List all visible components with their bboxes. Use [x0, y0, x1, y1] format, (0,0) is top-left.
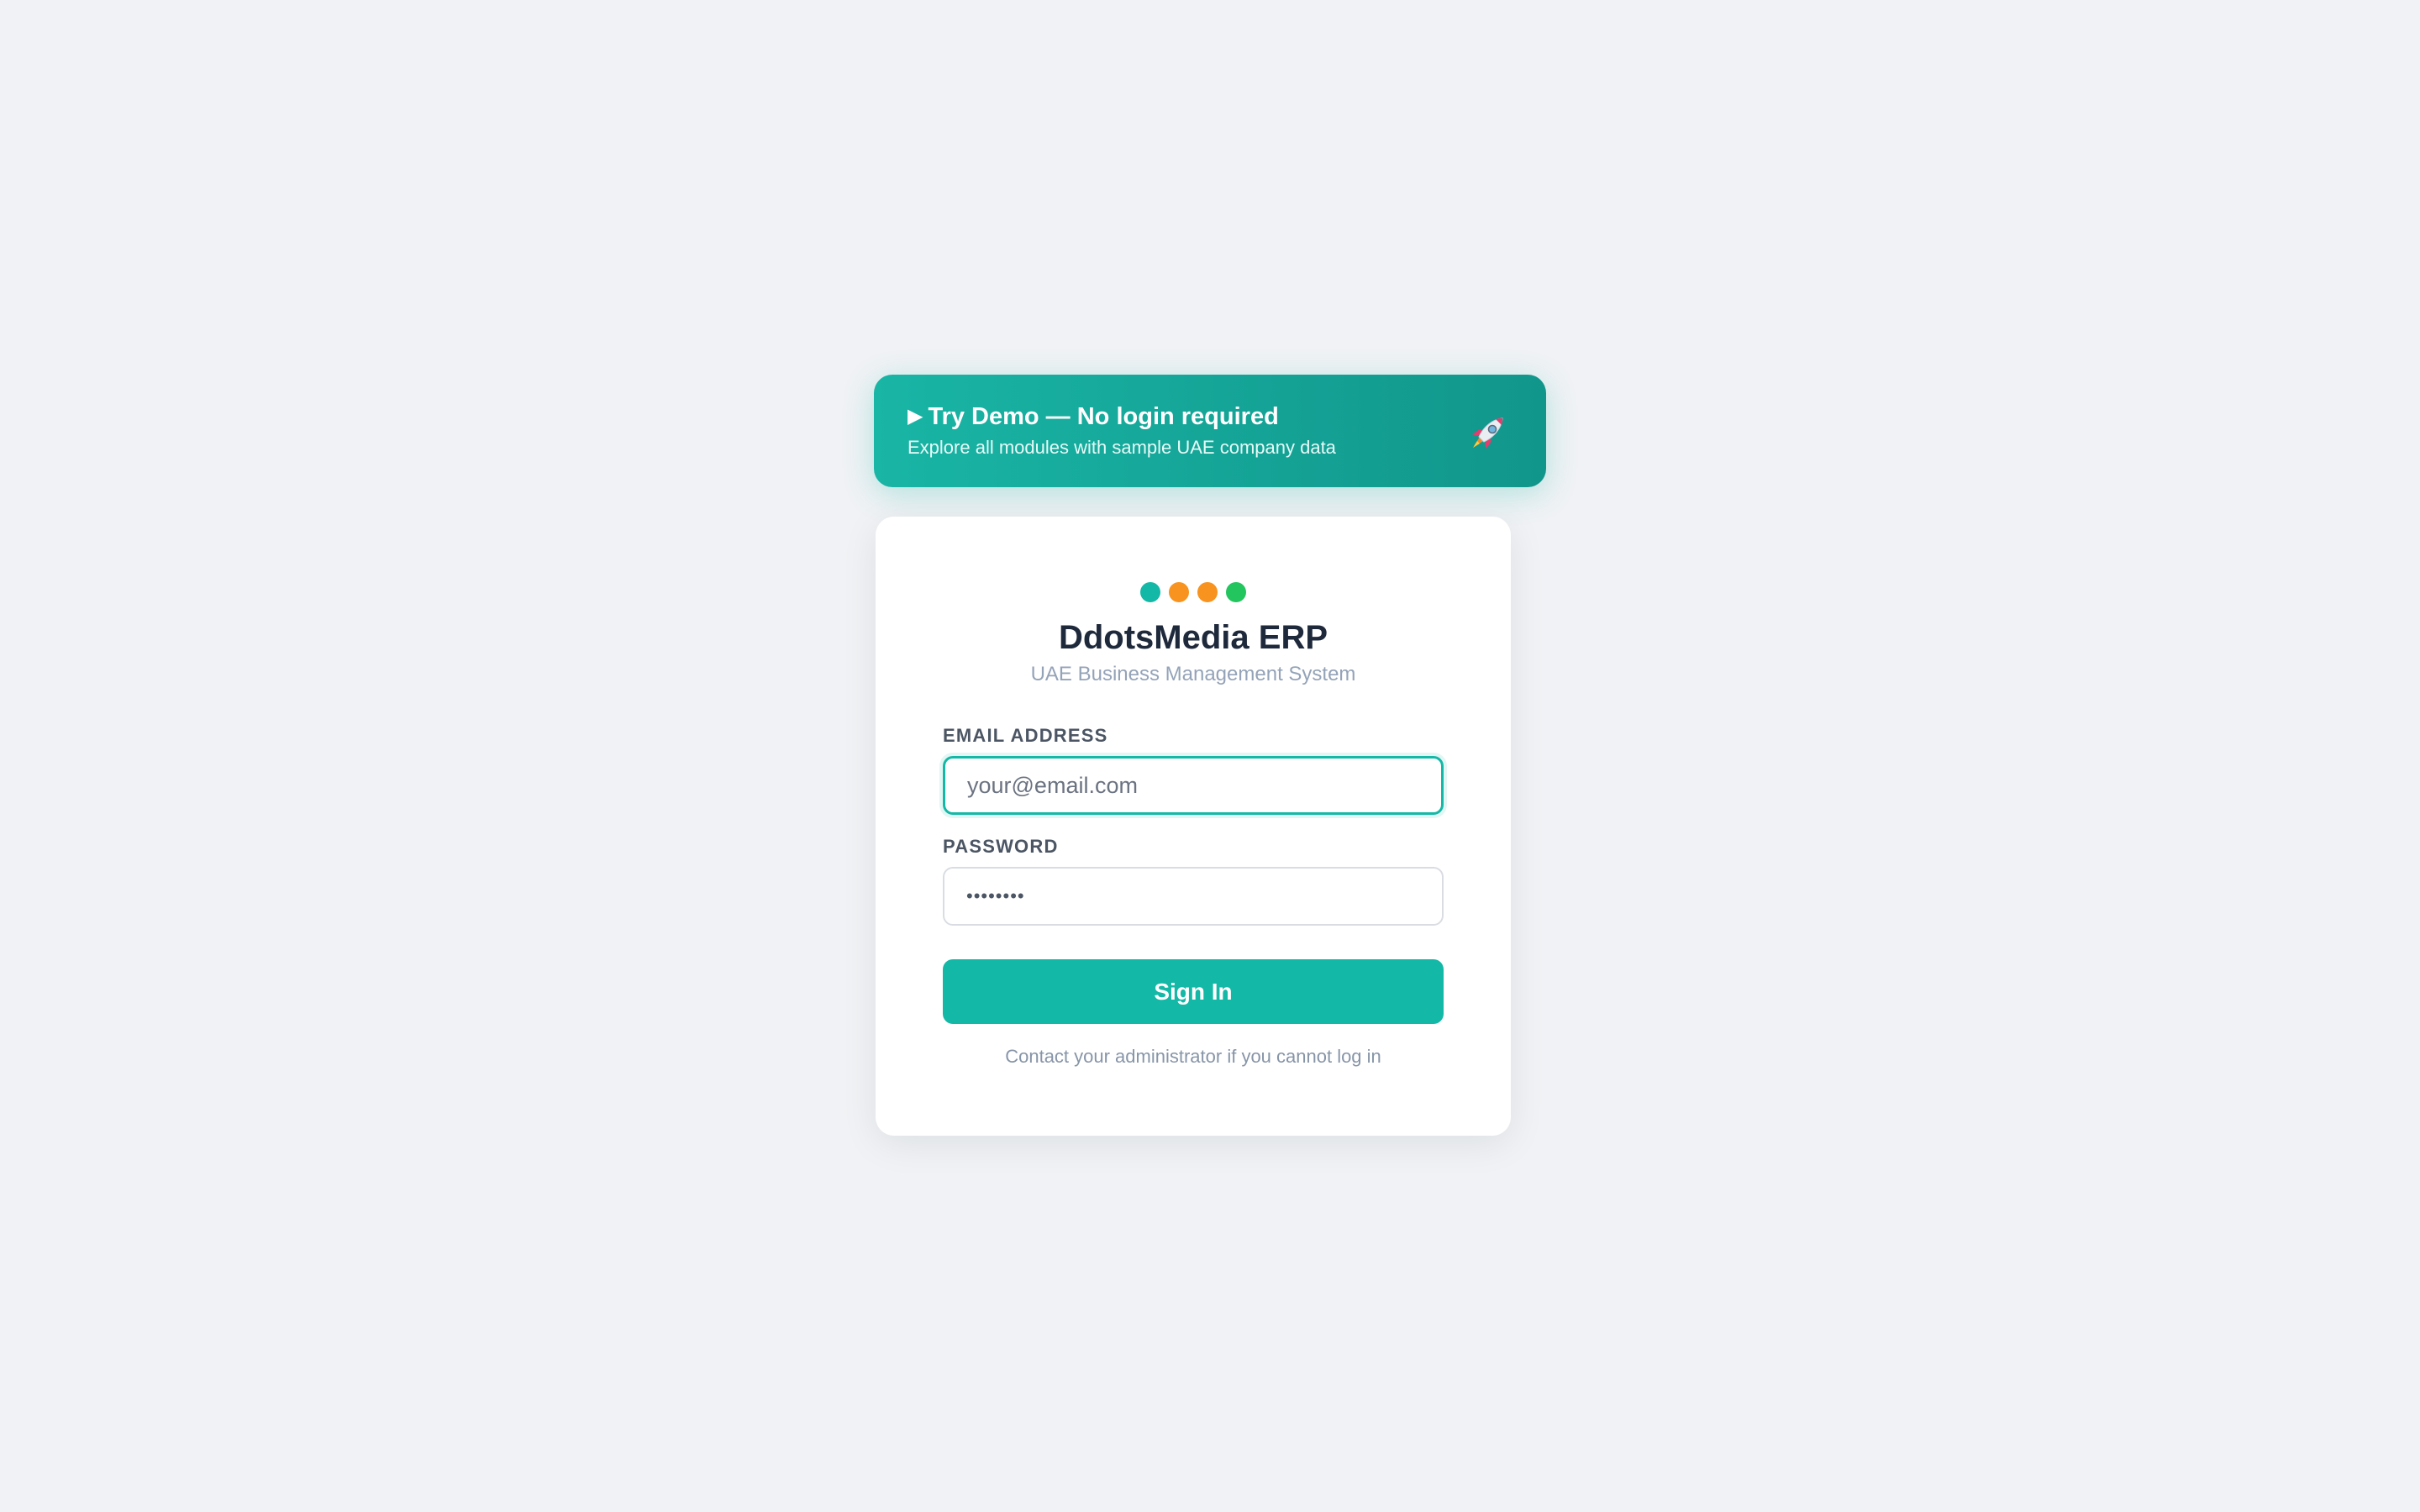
brand-dot — [1197, 582, 1218, 602]
sign-in-button[interactable]: Sign In — [943, 959, 1444, 1024]
email-field[interactable] — [943, 756, 1444, 815]
password-field[interactable] — [943, 867, 1444, 926]
play-icon: ▶ — [908, 405, 923, 428]
demo-title: ▶ Try Demo — No login required — [908, 405, 1279, 429]
demo-title-text: Try Demo — No login required — [928, 403, 1279, 430]
brand-dots — [876, 582, 1511, 602]
rocket-icon — [1472, 417, 1503, 449]
brand-dot — [1226, 582, 1246, 602]
password-label: PASSWORD — [943, 836, 1059, 857]
demo-subtitle: Explore all modules with sample UAE comp… — [908, 437, 1336, 458]
login-card: DdotsMedia ERP UAE Business Management S… — [876, 517, 1511, 1136]
brand-dot — [1140, 582, 1160, 602]
email-label: EMAIL ADDRESS — [943, 725, 1108, 746]
app-title: DdotsMedia ERP — [1058, 619, 1328, 656]
try-demo-banner[interactable]: ▶ Try Demo — No login required Explore al… — [874, 375, 1546, 487]
brand-dot — [1169, 582, 1189, 602]
app-subtitle: UAE Business Management System — [1030, 663, 1356, 685]
help-text: Contact your administrator if you cannot… — [1005, 1046, 1381, 1067]
